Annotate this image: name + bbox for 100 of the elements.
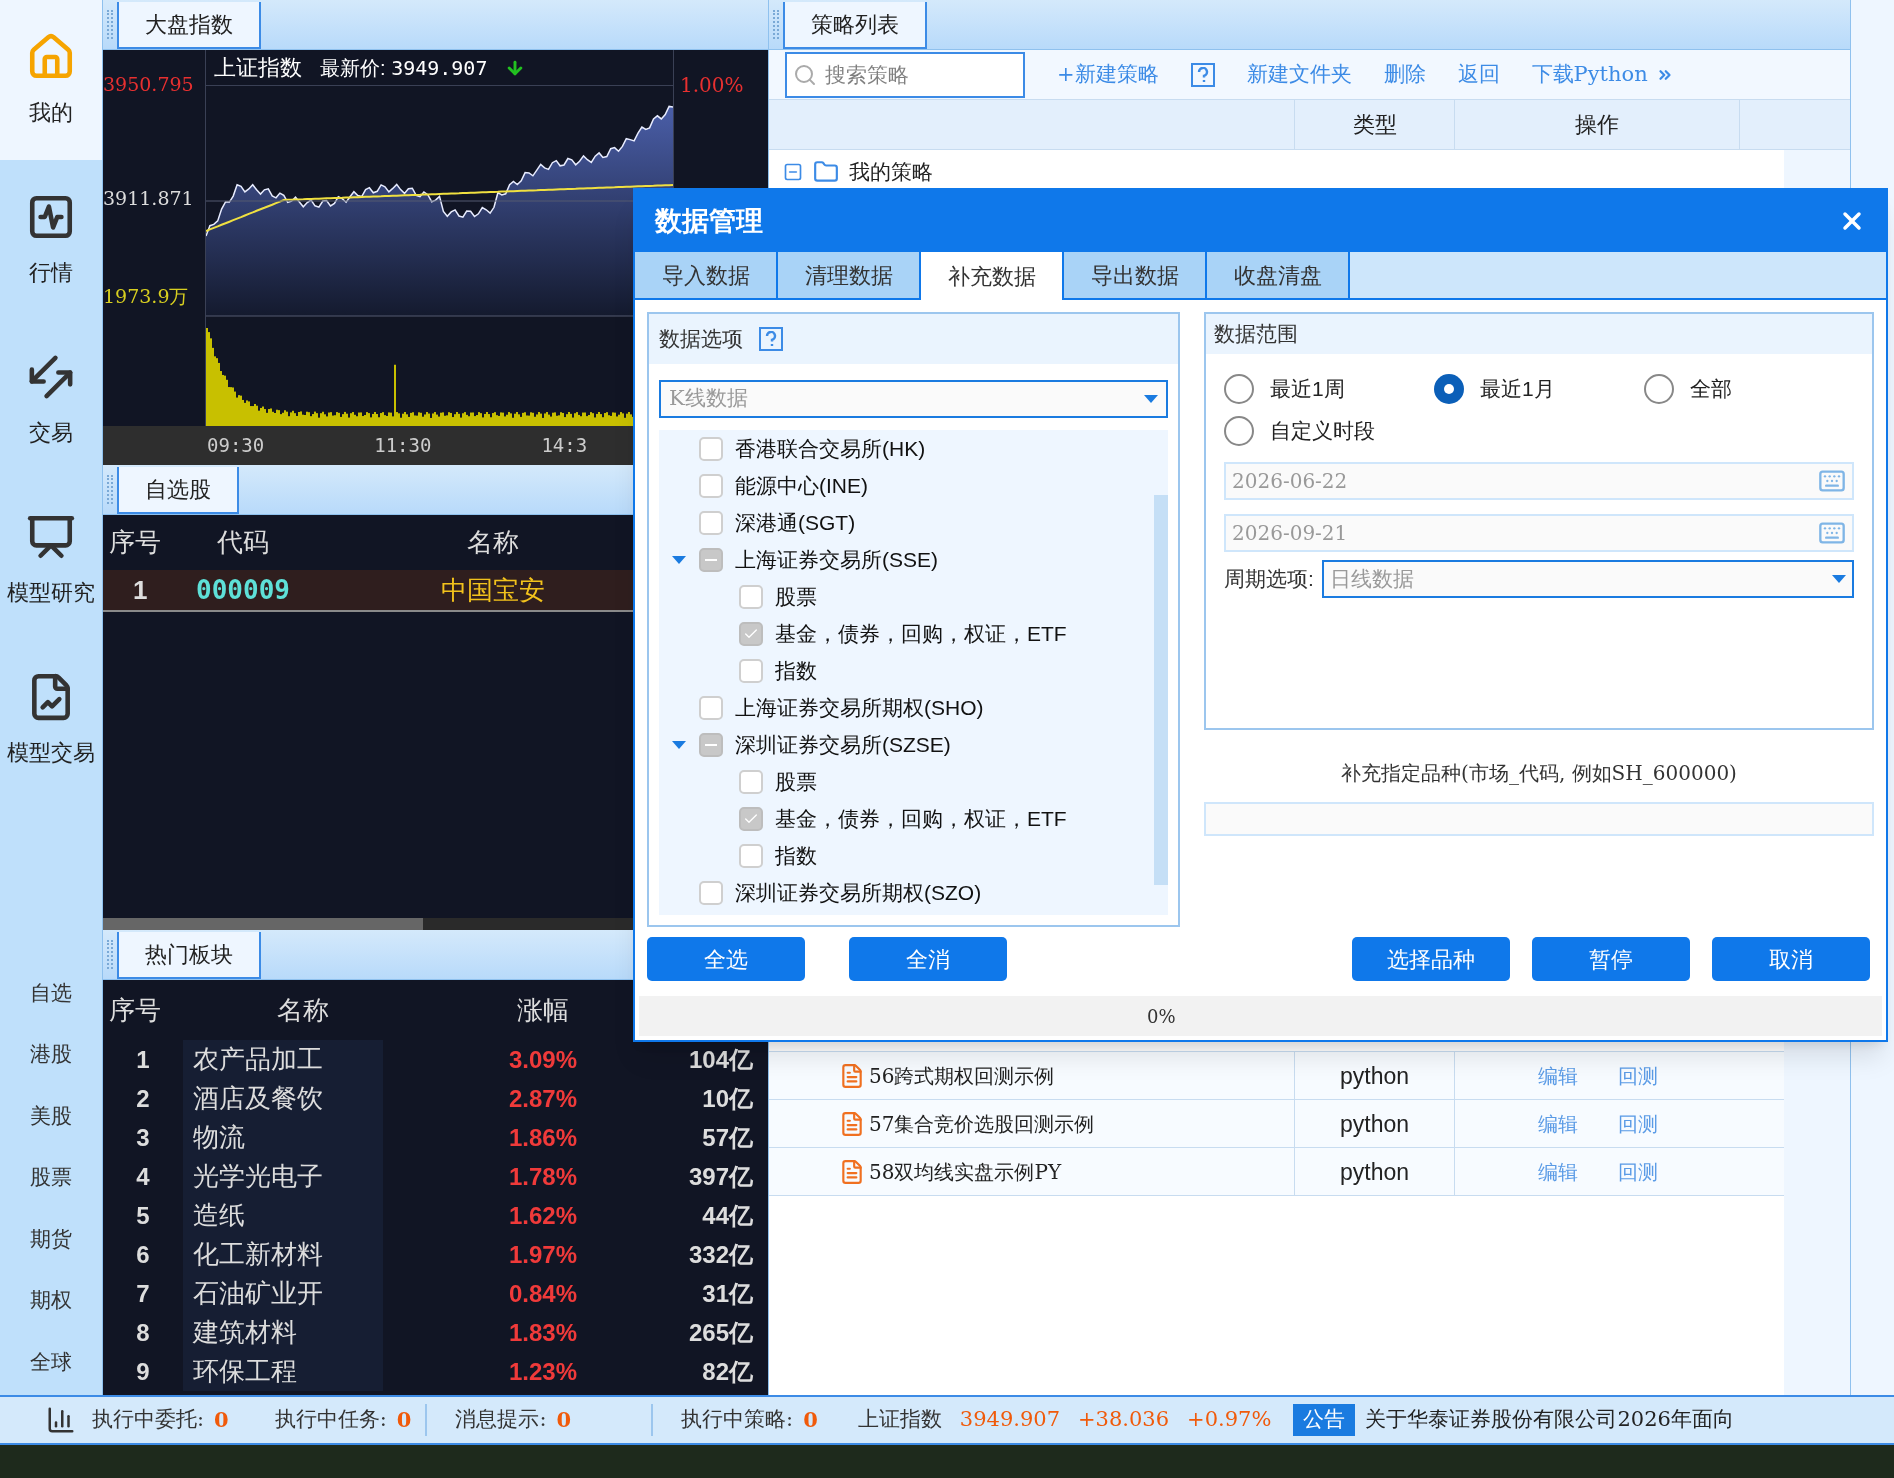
table-cell-text: 7	[135, 1278, 151, 1309]
checkbox[interactable]	[699, 510, 723, 535]
checkbox[interactable]	[739, 843, 763, 868]
dialog-button[interactable]: 全消	[849, 937, 1007, 981]
notice-badge: 公告	[1293, 1404, 1356, 1436]
notice-text[interactable]: 关于华泰证券股份有限公司2026年面向	[1365, 1404, 1734, 1436]
radio-button[interactable]	[1224, 416, 1254, 446]
table-cell-text: 3.09%	[507, 1044, 579, 1075]
strategy-name[interactable]: 58双均线实盘示例PY	[869, 1156, 1062, 1187]
market-link[interactable]: 港股	[30, 1038, 72, 1070]
radio-option[interactable]: 最近1月	[1434, 372, 1644, 406]
checkbox[interactable]	[739, 658, 763, 683]
help-icon[interactable]	[759, 327, 783, 351]
checkbox[interactable]	[699, 473, 723, 498]
panel-tab[interactable]: 大盘指数	[117, 2, 261, 49]
dialog-button[interactable]: 选择品种	[1352, 937, 1510, 981]
volume-label: 1973.9万	[103, 284, 190, 309]
status-count: 0	[803, 1406, 818, 1435]
checkbox[interactable]	[699, 732, 723, 757]
checkbox[interactable]	[699, 695, 723, 720]
table-cell-text: 82亿	[701, 1356, 753, 1387]
sidebar-item[interactable]: 模型交易	[0, 640, 102, 800]
radio-option[interactable]: 最近1周	[1224, 372, 1434, 406]
tree-item-label[interactable]: 深圳证券交易所(SZSE)	[735, 728, 951, 761]
tree-item-label[interactable]: 基金，债券，回购，权证，ETF	[775, 802, 1067, 835]
market-link[interactable]: 全球	[30, 1345, 72, 1377]
tree-item-label[interactable]: 香港联合交易所(HK)	[735, 432, 926, 465]
dialog-button[interactable]: 暂停	[1532, 937, 1690, 981]
scrollbar-thumb[interactable]	[1154, 495, 1168, 885]
checkbox[interactable]	[699, 436, 723, 461]
checkbox[interactable]	[739, 621, 763, 646]
group-title: 数据范围	[1214, 321, 1298, 348]
tree-item-label[interactable]: 上海证券交易所期权(SHO)	[735, 691, 984, 724]
dialog-button[interactable]: 全选	[647, 937, 805, 981]
radio-button[interactable]	[1224, 374, 1254, 404]
strategy-name[interactable]: 56跨式期权回测示例	[869, 1060, 1055, 1091]
market-link[interactable]: 自选	[30, 976, 72, 1008]
expand-arrow-icon[interactable]	[671, 739, 687, 750]
market-link[interactable]: 期货	[30, 1222, 72, 1254]
tree-item-label[interactable]: 指数	[775, 839, 817, 872]
minus-icon	[705, 743, 717, 746]
index-percent: +0.97%	[1187, 1406, 1272, 1434]
dialog-button[interactable]: 取消	[1712, 937, 1870, 981]
panel-tab[interactable]: 自选股	[117, 467, 239, 514]
tree-item-label[interactable]: 基金，债券，回购，权证，ETF	[775, 617, 1067, 650]
dialog-tab[interactable]: 清理数据	[778, 252, 921, 298]
group-title: 数据选项	[659, 326, 743, 353]
market-link[interactable]: 期权	[30, 1284, 72, 1316]
tree-item-label[interactable]: 深圳证券交易所期权(SZO)	[735, 876, 982, 909]
expand-arrow-icon[interactable]	[671, 554, 687, 565]
search-field[interactable]: 搜索策略	[785, 51, 1025, 98]
help-icon[interactable]	[1190, 62, 1215, 87]
tree-item-label[interactable]: 指数	[775, 654, 817, 687]
checkbox[interactable]	[699, 547, 723, 572]
symbol-input-field[interactable]	[1204, 802, 1874, 836]
radio-option[interactable]: 自定义时段	[1224, 414, 1434, 448]
table-cell-text: 000009	[195, 573, 291, 607]
chart-icon[interactable]	[46, 1405, 76, 1435]
checkbox[interactable]	[739, 769, 763, 794]
tree-item-label[interactable]: 股票	[775, 580, 817, 613]
market-link[interactable]: 美股	[30, 1099, 72, 1131]
collapse-icon[interactable]	[783, 162, 803, 182]
sidebar-item[interactable]: 交易	[0, 320, 102, 480]
scrollbar-thumb[interactable]	[103, 918, 423, 930]
checkbox[interactable]	[699, 880, 723, 905]
script-file-icon	[839, 1110, 865, 1137]
tree-item-label[interactable]: 深港通(SGT)	[735, 506, 856, 539]
table-cell-text: 265亿	[687, 1317, 753, 1348]
dialog-tab[interactable]: 导入数据	[635, 252, 778, 298]
panel-tab[interactable]: 策略列表	[783, 2, 927, 49]
dialog-title: 数据管理	[655, 203, 763, 238]
strategy-name[interactable]: 57集合竞价选股回测示例	[869, 1108, 1095, 1139]
checkbox[interactable]	[739, 584, 763, 609]
table-cell-text: 9	[135, 1356, 151, 1387]
dropdown-arrow-icon	[1144, 395, 1158, 403]
dialog-tab[interactable]: 收盘清盘	[1207, 252, 1350, 298]
tree-item-label[interactable]: 我的策略	[849, 156, 933, 188]
radio-button[interactable]	[1644, 374, 1674, 404]
panel-tab[interactable]: 热门板块	[117, 932, 261, 979]
time-label: 11:30	[374, 433, 432, 459]
search-icon	[793, 62, 817, 87]
radio-option[interactable]: 全部	[1644, 372, 1854, 406]
index-name: 上证指数	[214, 54, 302, 82]
sidebar-item[interactable]: 模型研究	[0, 480, 102, 640]
table-cell: 酒店及餐饮	[183, 1079, 383, 1118]
table-cell-text: 1.62%	[507, 1200, 579, 1231]
table-cell: python	[1295, 1148, 1455, 1195]
sidebar-item[interactable]: 行情	[0, 160, 102, 320]
checkbox[interactable]	[739, 806, 763, 831]
radio-button[interactable]	[1434, 374, 1464, 404]
progress-text: 0%	[1147, 1004, 1176, 1029]
table-cell-text: 1.97%	[507, 1239, 579, 1270]
dialog-tab[interactable]: 补充数据	[921, 252, 1064, 300]
tree-item-label[interactable]: 能源中心(INE)	[735, 469, 868, 502]
sidebar-item[interactable]: 我的	[0, 0, 102, 160]
table-cell: 环保工程	[183, 1352, 383, 1391]
tree-item-label[interactable]: 股票	[775, 765, 817, 798]
dialog-tab[interactable]: 导出数据	[1064, 252, 1207, 298]
index-price: 3949.907	[959, 1406, 1060, 1434]
market-link[interactable]: 股票	[30, 1161, 72, 1193]
